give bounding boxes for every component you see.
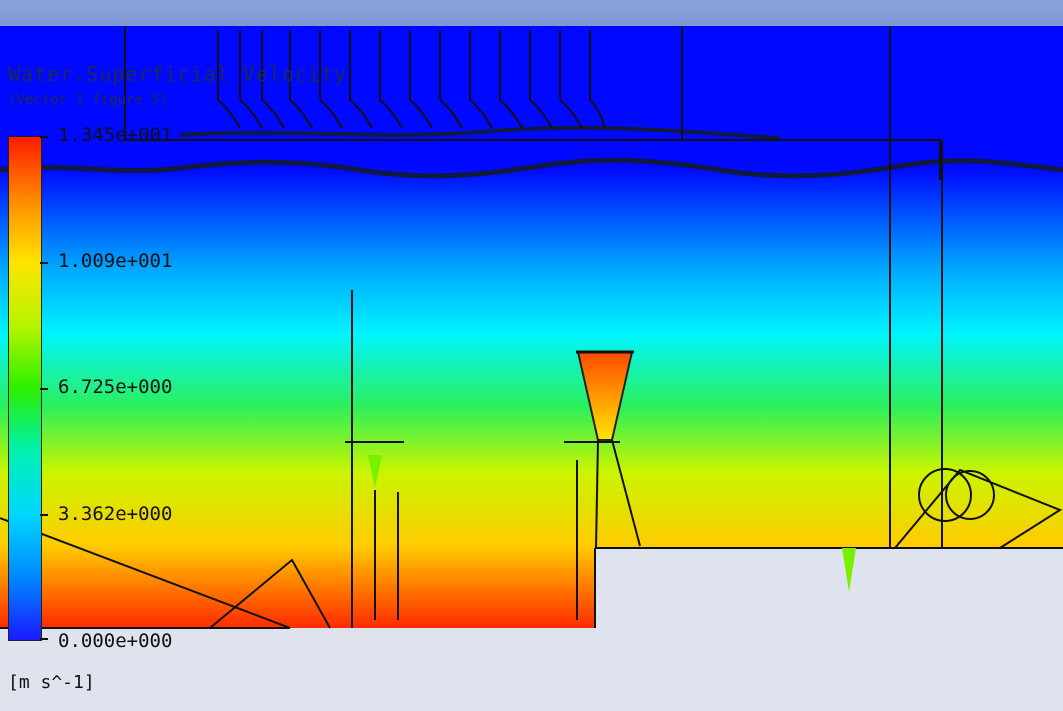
lower-right-solid: [595, 548, 1063, 711]
legend-subtitle: (Vector 1 figure 5): [8, 92, 169, 108]
legend-title: Water.Superficial Velocity: [8, 62, 348, 86]
tick-label-min: 0.000e+000: [58, 630, 173, 652]
cfd-viewport[interactable]: Water.Superficial Velocity (Vector 1 fig…: [0, 0, 1063, 711]
tick-label-low: 3.362e+000: [58, 503, 173, 525]
tick-label-mid: 6.725e+000: [58, 376, 173, 398]
tick-mark: [40, 638, 48, 640]
tick-mark: [40, 136, 48, 138]
tick-mark: [40, 262, 48, 264]
tick-label-max: 1.345e+001: [58, 124, 173, 146]
tick-mark: [40, 388, 48, 390]
tick-mark: [40, 514, 48, 516]
units-label: [m s^-1]: [8, 672, 95, 693]
color-scale-bar: [8, 136, 42, 641]
tick-label-high: 1.009e+001: [58, 250, 173, 272]
